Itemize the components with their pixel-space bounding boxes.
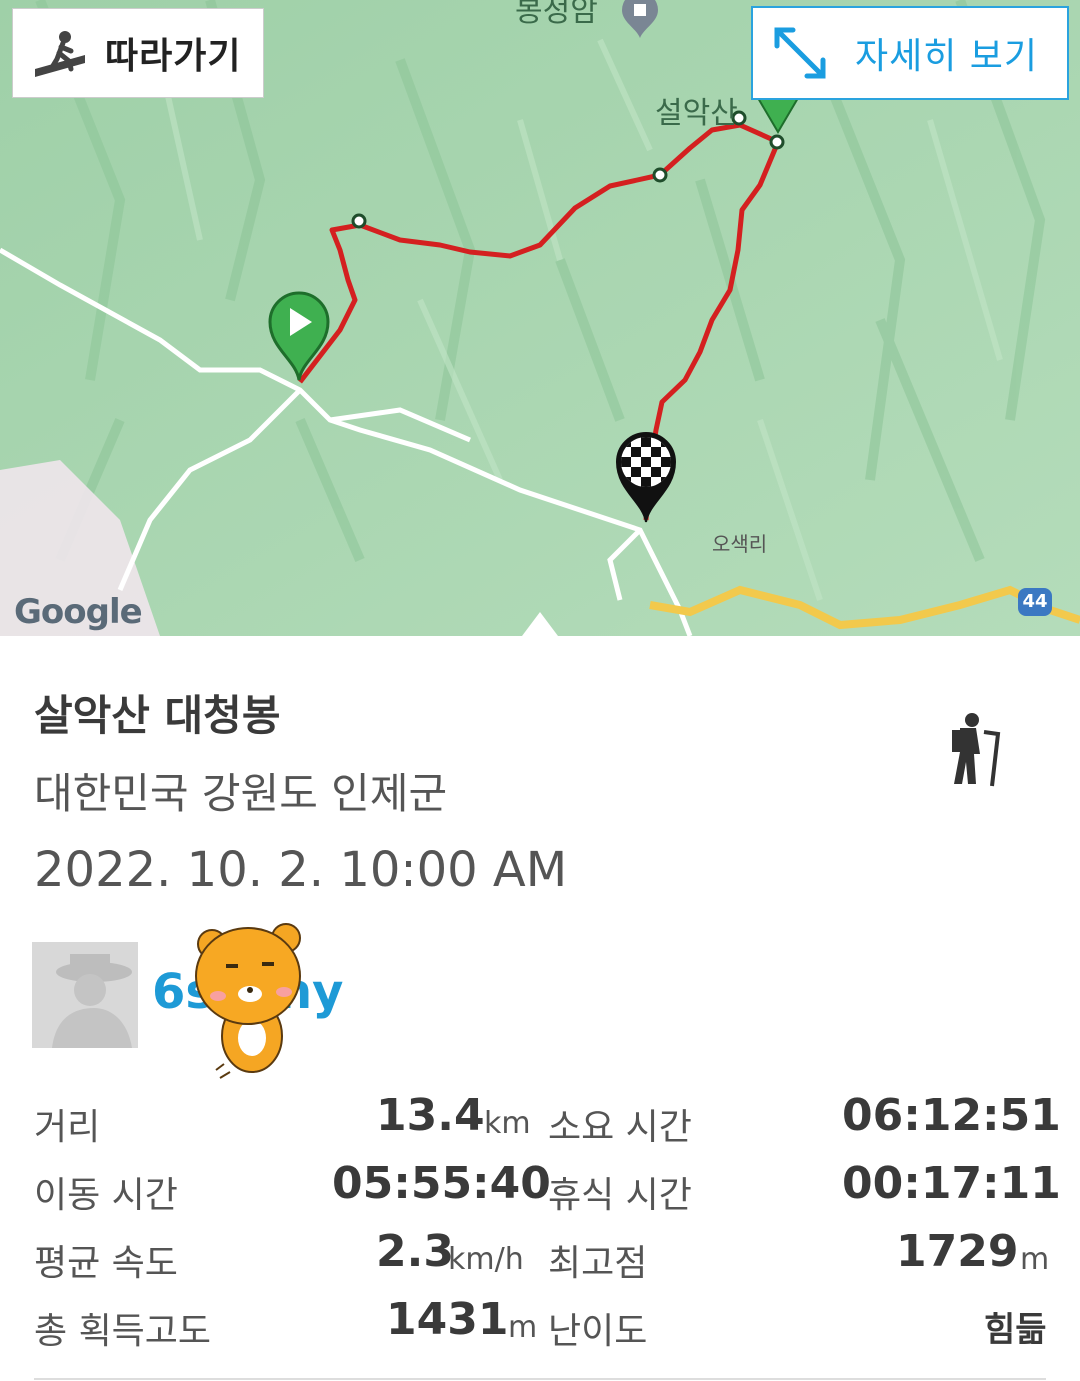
map-label-village: 오색리 (712, 532, 768, 556)
max-elevation-value: 1729 (896, 1226, 1019, 1277)
follow-button[interactable]: 따라가기 (12, 8, 264, 98)
moving-time-value: 05:55:40 (332, 1158, 551, 1209)
start-marker-icon (268, 291, 330, 381)
trail-title: 살악산 대청봉 (34, 691, 281, 740)
ryan-bear-sticker-icon (195, 923, 301, 1079)
max-elevation-unit: m (1020, 1242, 1050, 1277)
avg-speed-unit: km/h (448, 1242, 524, 1277)
panel-pointer (522, 612, 558, 636)
avg-speed-value: 2.3 (376, 1226, 454, 1277)
max-elevation-label: 최고점 (548, 1243, 648, 1284)
avatar-silhouette-icon (32, 942, 138, 1048)
avg-speed-label: 평균 속도 (34, 1243, 178, 1284)
rest-time-value: 00:17:11 (842, 1158, 1061, 1209)
elevation-gain-label: 총 획득고도 (34, 1311, 212, 1352)
distance-value: 13.4 (376, 1090, 485, 1141)
moving-time-label: 이동 시간 (34, 1175, 178, 1216)
distance-label: 거리 (34, 1107, 101, 1148)
trail-datetime: 2022. 10. 2. 10:00 AM (34, 842, 568, 898)
elevation-gain-value: 1431 (386, 1294, 509, 1345)
elevation-gain-unit: m (508, 1310, 538, 1345)
finish-marker-icon (615, 432, 677, 523)
view-details-label: 자세히 보기 (855, 36, 1039, 77)
map-label-peak: 설악산 (655, 96, 738, 131)
follow-label: 따라가기 (105, 36, 242, 77)
view-details-button[interactable]: 자세히 보기 (751, 6, 1069, 100)
temple-icon (622, 0, 658, 38)
difficulty-label: 난이도 (548, 1311, 648, 1352)
map-label-temple: 봉정암 (515, 0, 598, 29)
total-time-value: 06:12:51 (842, 1090, 1061, 1141)
rest-time-label: 휴식 시간 (548, 1175, 692, 1216)
divider (34, 1378, 1046, 1380)
walking-person-icon (35, 31, 85, 77)
user-avatar[interactable] (32, 942, 138, 1048)
expand-icon (774, 27, 826, 79)
google-logo: Google (14, 592, 143, 632)
hiker-icon (952, 713, 1001, 787)
total-time-label: 소요 시간 (548, 1107, 692, 1148)
trail-location: 대한민국 강원도 인제군 (34, 769, 448, 818)
route-number-badge: 44 (1018, 588, 1052, 616)
distance-unit: km (484, 1106, 531, 1141)
peak-marker-icon (756, 97, 800, 134)
map-view[interactable]: 봉정암 설악산 오색리 Google 44 따라가기 자세히 보기 (0, 0, 1080, 636)
difficulty-value: 힘듦 (984, 1310, 1047, 1350)
